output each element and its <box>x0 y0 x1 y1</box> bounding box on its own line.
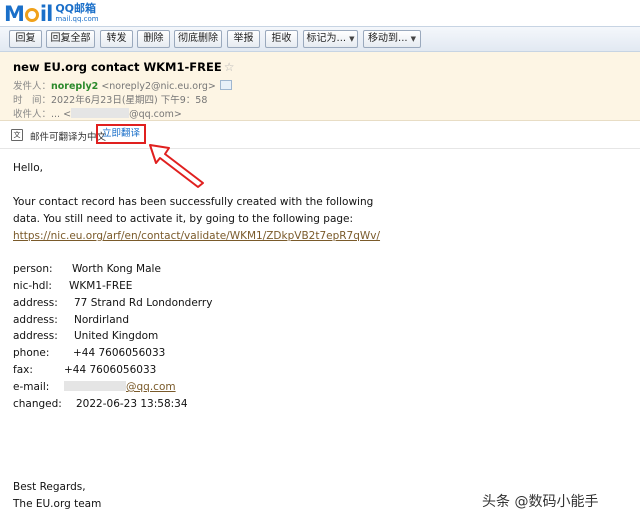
body-paragraph-1: Your contact record has been successfull… <box>13 196 374 208</box>
address-value-2: Nordirland <box>74 314 129 326</box>
redacted-block <box>64 381 126 391</box>
sender-row: 发件人：noreply2 <noreply2@nic.eu.org> <box>13 78 232 92</box>
chevron-down-icon: ▼ <box>410 35 416 43</box>
move-to-label: 移动到... <box>368 33 408 44</box>
watermark: 头条 @数码小能手 <box>482 494 599 510</box>
address-label: address: <box>13 314 58 326</box>
logo-mark: Mil <box>4 2 53 26</box>
email-value-suffix: @qq.com <box>126 381 176 393</box>
translate-now-link[interactable]: 立即翻译 <box>96 124 146 144</box>
to-prefix: ... < <box>51 109 72 120</box>
phone-label: phone: <box>13 347 50 359</box>
fax-label: fax: <box>13 364 33 376</box>
nichdl-value: WKM1-FREE <box>69 280 133 292</box>
greeting: Hello, <box>13 162 43 174</box>
translate-bar: 文 邮件可翻译为中文 立即翻译 <box>0 121 640 149</box>
changed-value: 2022-06-23 13:58:34 <box>76 398 188 410</box>
address-label: address: <box>13 330 58 342</box>
translate-notice: 邮件可翻译为中文 <box>30 132 107 143</box>
reply-all-button[interactable]: 回复全部 <box>46 30 95 48</box>
move-to-dropdown[interactable]: 移动到... ▼ <box>363 30 421 48</box>
reject-button[interactable]: 拒收 <box>265 30 298 48</box>
to-label: 收件人： <box>13 109 52 120</box>
redacted-block <box>71 108 130 118</box>
signature: The EU.org team <box>13 498 102 510</box>
mark-as-label: 标记为... <box>306 33 347 44</box>
address-label: address: <box>13 297 58 309</box>
activation-link[interactable]: https://nic.eu.org/arf/en/contact/valida… <box>13 230 380 242</box>
contact-card-icon[interactable] <box>219 80 232 90</box>
report-button[interactable]: 举报 <box>227 30 260 48</box>
address-value-3: United Kingdom <box>74 330 159 342</box>
translate-icon: 文 <box>11 129 23 141</box>
sender-name[interactable]: noreply2 <box>51 81 98 92</box>
to-suffix: @qq.com> <box>129 109 182 120</box>
delete-button[interactable]: 删除 <box>137 30 170 48</box>
sender-address: <noreply2@nic.eu.org> <box>101 81 216 92</box>
time-label: 时 间： <box>13 95 52 106</box>
logo-domain-text: mail.qq.com <box>55 15 99 23</box>
mail-toolbar: 回复 回复全部 转发 删除 彻底删除 举报 拒收 标记为... ▼ 移动到... ▼ <box>0 26 640 52</box>
delete-permanent-button[interactable]: 彻底删除 <box>174 30 222 48</box>
email-label: e-mail: <box>13 381 50 393</box>
chevron-down-icon: ▼ <box>349 35 355 43</box>
nichdl-label: nic-hdl: <box>13 280 52 292</box>
star-icon[interactable]: ☆ <box>224 60 235 74</box>
fax-value: +44 7606056033 <box>64 364 157 376</box>
person-label: person: <box>13 263 53 275</box>
person-value: Worth Kong Male <box>72 263 161 275</box>
logo-qq-text: QQ邮箱 <box>55 2 97 15</box>
email-value[interactable]: @qq.com <box>64 381 176 393</box>
time-row: 时 间：2022年6月23日(星期四) 下午9：58 <box>13 92 207 106</box>
body-paragraph-2: data. You still need to activate it, by … <box>13 213 354 225</box>
mail-logo[interactable]: Mil QQ邮箱 mail.qq.com <box>4 3 99 25</box>
mail-header: new EU.org contact WKM1-FREE ☆ 发件人：norepl… <box>0 52 640 121</box>
mark-as-dropdown[interactable]: 标记为... ▼ <box>303 30 358 48</box>
subject-text: new EU.org contact WKM1-FREE <box>13 60 222 74</box>
reply-button[interactable]: 回复 <box>9 30 42 48</box>
address-value-1: 77 Strand Rd Londonderry <box>74 297 213 309</box>
phone-value: +44 7606056033 <box>73 347 166 359</box>
time-value: 2022年6月23日(星期四) 下午9：58 <box>51 95 208 106</box>
forward-button[interactable]: 转发 <box>100 30 133 48</box>
annotation-arrow-icon <box>149 144 204 188</box>
mail-subject: new EU.org contact WKM1-FREE ☆ <box>13 60 234 74</box>
from-label: 发件人： <box>13 81 52 92</box>
changed-label: changed: <box>13 398 62 410</box>
closing: Best Regards, <box>13 481 86 493</box>
recipient-row: 收件人：... < @qq.com> <box>13 106 182 120</box>
